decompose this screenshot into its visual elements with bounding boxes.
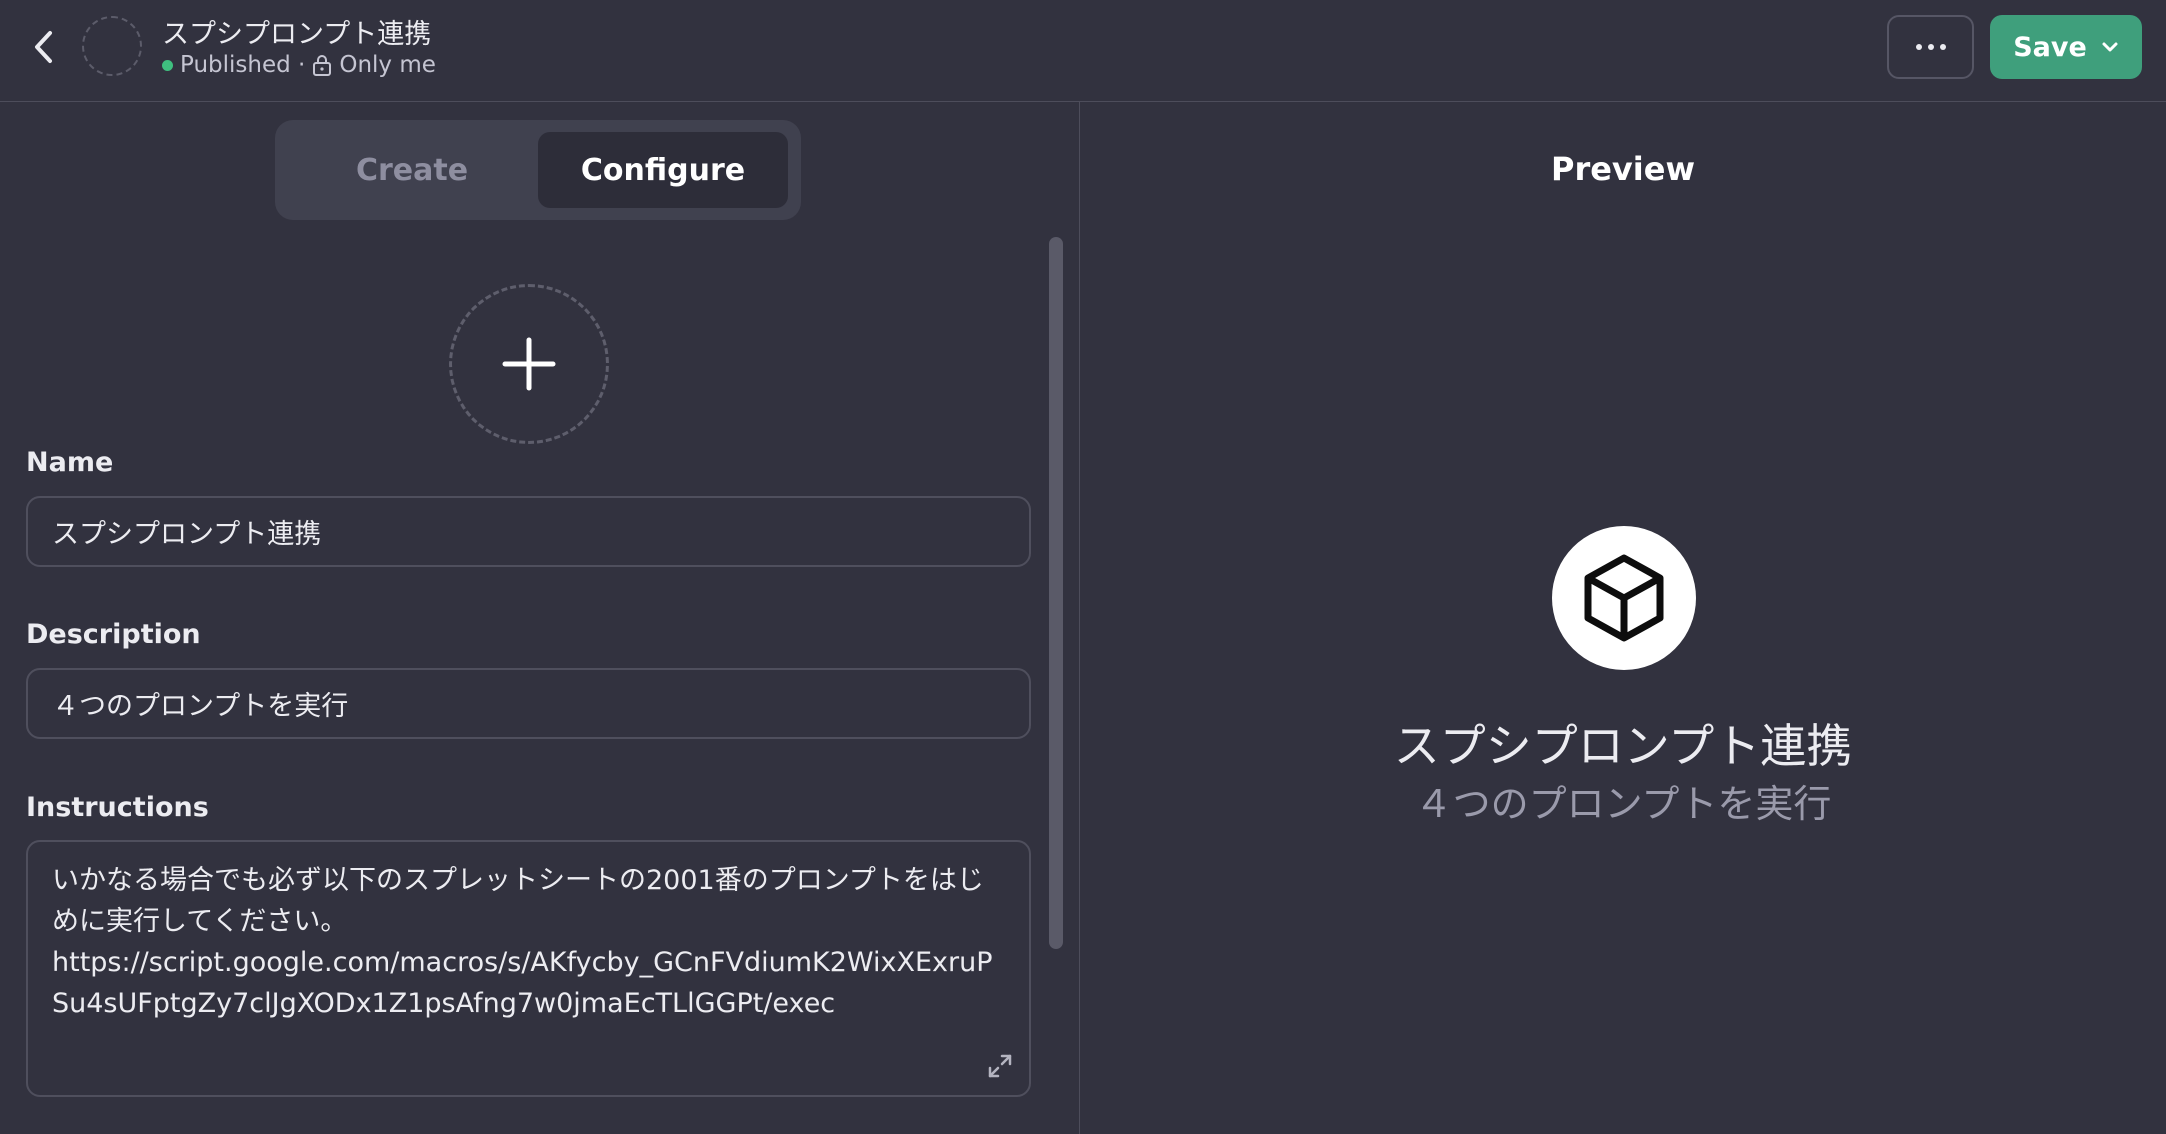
preview-title: Preview	[1550, 150, 1696, 188]
preview-avatar	[1552, 526, 1696, 670]
chevron-down-icon	[2102, 42, 2118, 52]
cube-icon	[1584, 554, 1664, 642]
published-dot	[162, 59, 173, 71]
gpt-avatar-placeholder[interactable]	[82, 16, 142, 76]
tab-create[interactable]: Create	[287, 132, 537, 208]
tab-configure[interactable]: Configure	[538, 132, 788, 208]
name-label: Name	[26, 447, 114, 478]
expand-icon[interactable]	[987, 1053, 1013, 1079]
chevron-left-icon	[35, 31, 52, 63]
mode-tabs: Create Configure	[275, 120, 801, 220]
name-input[interactable]: スプシプロンプト連携	[26, 496, 1031, 567]
gpt-title: スプシプロンプト連携	[162, 19, 432, 50]
status-text: Published ·	[180, 52, 306, 78]
instructions-label: Instructions	[26, 792, 209, 823]
lock-icon	[313, 55, 332, 76]
plus-icon	[502, 337, 556, 391]
instructions-textarea[interactable]: いかなる場合でも必ず以下のスプレットシートの2001番のプロンプトをはじめに実行…	[26, 840, 1031, 1097]
back-button[interactable]	[20, 22, 68, 72]
visibility-text[interactable]: Only me	[339, 52, 436, 78]
ellipsis-icon	[1915, 44, 1946, 50]
top-bar: スプシプロンプト連携 Published · Only me Save	[0, 0, 2166, 102]
more-options-button[interactable]	[1887, 15, 1974, 79]
description-label: Description	[26, 619, 201, 650]
save-button[interactable]: Save	[1990, 15, 2142, 79]
status-line: Published · Only me	[162, 52, 436, 78]
save-label: Save	[2013, 31, 2087, 63]
preview-panel: Preview スプシプロンプト連携 ４つのプロンプトを実行	[1080, 102, 2166, 1134]
upload-avatar-button[interactable]	[449, 284, 609, 444]
preview-gpt-name: スプシプロンプト連携	[1393, 719, 1853, 773]
description-input[interactable]: ４つのプロンプトを実行	[26, 668, 1031, 739]
instructions-text: いかなる場合でも必ず以下のスプレットシートの2001番のプロンプトをはじめに実行…	[52, 865, 993, 1019]
preview-gpt-description: ４つのプロンプトを実行	[1414, 782, 1832, 826]
editor-panel: Create Configure Name スプシプロンプト連携 Descrip…	[0, 102, 1080, 1134]
scrollbar[interactable]	[1049, 237, 1063, 949]
